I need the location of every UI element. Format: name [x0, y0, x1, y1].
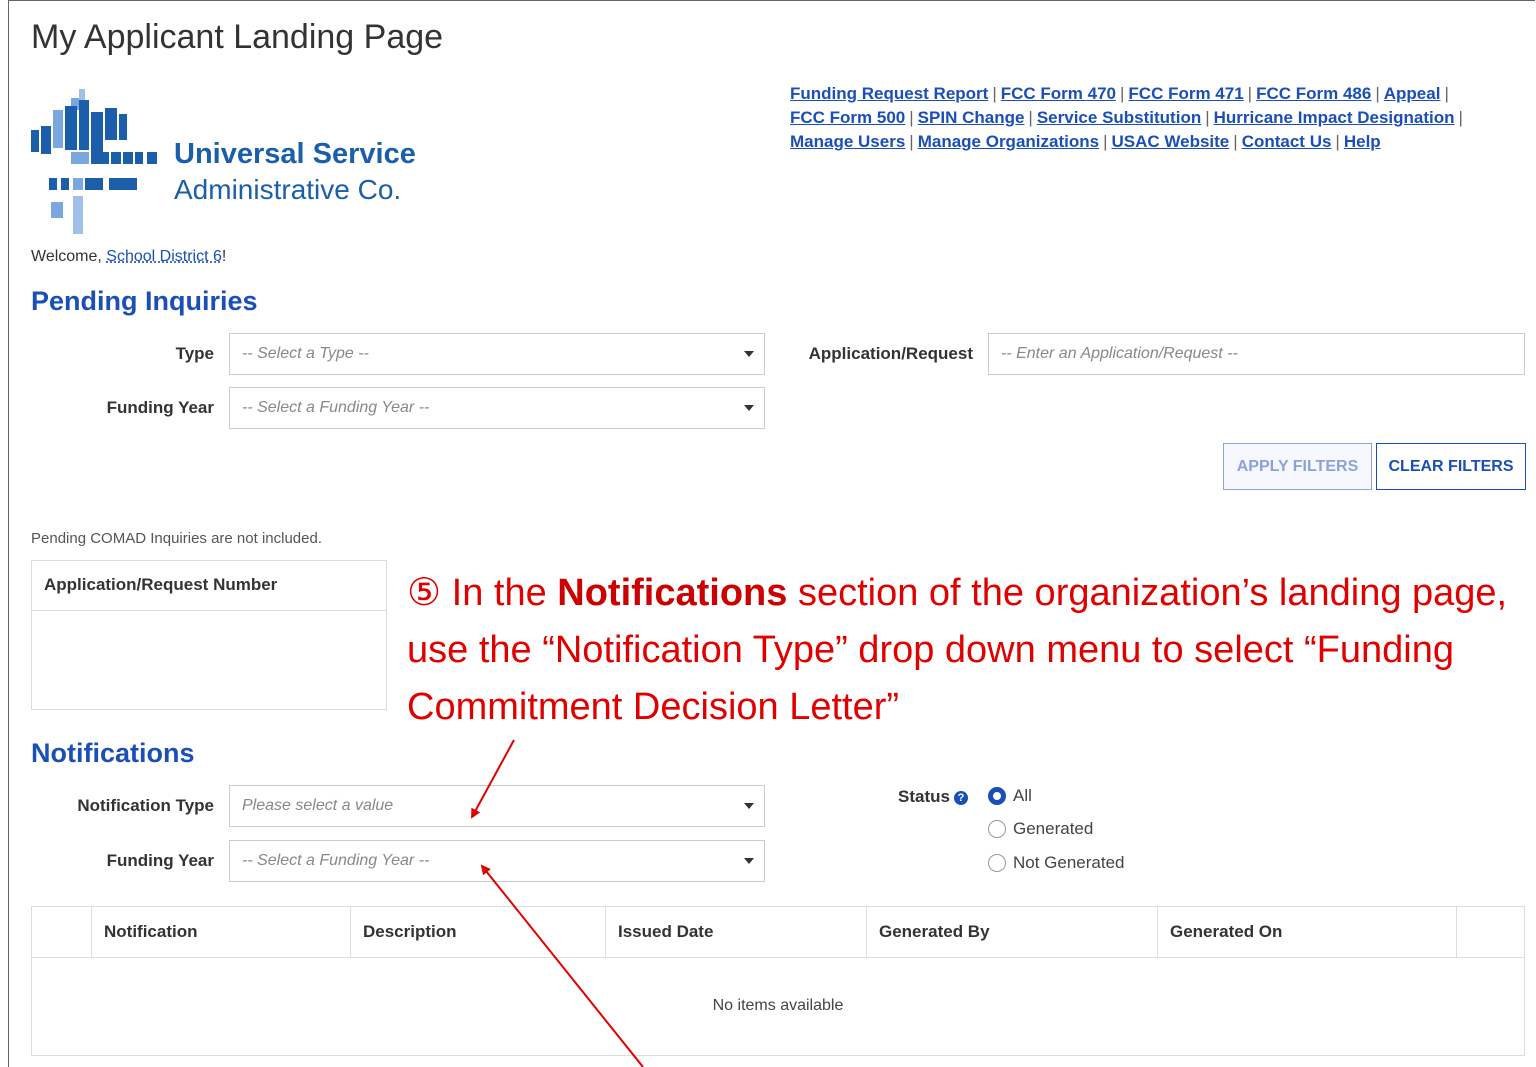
arrow-to-funding-year [480, 864, 644, 1067]
annotation-arrows [471, 739, 644, 1067]
arrow-to-notification-type [471, 739, 515, 819]
